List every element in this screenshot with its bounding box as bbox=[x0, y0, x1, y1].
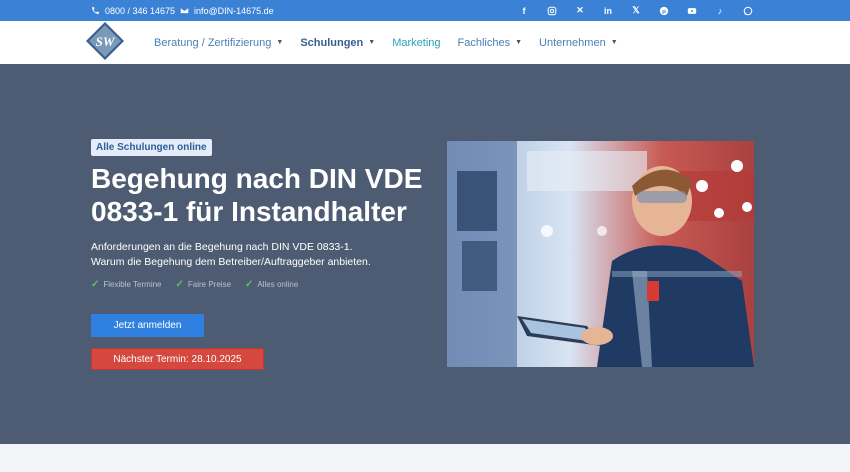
caret-down-icon: ▼ bbox=[368, 39, 376, 46]
whatsapp-icon[interactable] bbox=[742, 5, 754, 17]
feature-list: ✓ Flexible Termine ✓ Faire Preise ✓ Alles o… bbox=[91, 279, 298, 290]
envelope-icon bbox=[180, 7, 189, 14]
company-logo[interactable]: SW bbox=[85, 21, 125, 61]
register-button[interactable]: Jetzt anmelden bbox=[91, 314, 204, 337]
pinterest-icon[interactable]: p bbox=[658, 5, 670, 17]
phone-number[interactable]: 0800 / 346 14675 bbox=[105, 6, 175, 16]
social-links: f ✕ in 𝕏 p ♪ bbox=[518, 0, 754, 21]
description-line: Warum die Begehung dem Betreiber/Auftrag… bbox=[91, 256, 371, 268]
nav-label: Unternehmen bbox=[539, 36, 606, 49]
feature-item: ✓ Faire Preise bbox=[176, 279, 232, 290]
description-line: Anforderungen an die Begehung nach DIN V… bbox=[91, 241, 353, 253]
nav-item-unternehmen[interactable]: Unternehmen ▼ bbox=[539, 37, 618, 49]
email-contact[interactable]: info@DIN-14675.de bbox=[180, 0, 274, 21]
main-navbar: SW Beratung / Zertifizierung ▼ Schulunge… bbox=[0, 21, 850, 64]
nav-label: Marketing bbox=[392, 36, 441, 49]
hero-description: Anforderungen an die Begehung nach DIN V… bbox=[91, 240, 371, 270]
check-icon: ✓ bbox=[245, 279, 254, 290]
feature-item: ✓ Flexible Termine bbox=[91, 279, 162, 290]
feature-label: Faire Preise bbox=[187, 280, 232, 289]
feature-item: ✓ Alles online bbox=[245, 279, 298, 290]
nav-item-schulungen[interactable]: Schulungen ▼ bbox=[300, 37, 375, 49]
x-twitter-icon[interactable]: 𝕏 bbox=[630, 5, 642, 17]
nav-item-fachliches[interactable]: Fachliches ▼ bbox=[458, 37, 523, 49]
tiktok-icon[interactable]: ♪ bbox=[714, 5, 726, 17]
nav-item-marketing[interactable]: Marketing bbox=[392, 37, 440, 49]
instagram-icon[interactable] bbox=[546, 5, 558, 17]
page-title: Begehung nach DIN VDE 0833-1 für Instand… bbox=[91, 163, 423, 227]
linkedin-icon[interactable]: in bbox=[602, 5, 614, 17]
nav-label: Fachliches bbox=[457, 36, 511, 49]
svg-text:p: p bbox=[662, 9, 666, 15]
youtube-icon[interactable] bbox=[686, 5, 698, 17]
phone-icon bbox=[92, 7, 99, 14]
hero-section: Alle Schulungen online Begehung nach DIN… bbox=[0, 64, 850, 444]
caret-down-icon: ▼ bbox=[610, 39, 618, 46]
feature-label: Flexible Termine bbox=[103, 280, 162, 289]
check-icon: ✓ bbox=[175, 279, 184, 290]
nav-item-beratung[interactable]: Beratung / Zertifizierung ▼ bbox=[154, 37, 283, 49]
online-badge: Alle Schulungen online bbox=[91, 139, 212, 156]
check-icon: ✓ bbox=[91, 279, 100, 290]
primary-nav: Beratung / Zertifizierung ▼ Schulungen ▼… bbox=[154, 21, 618, 64]
next-date-button[interactable]: Nächster Termin: 28.10.2025 bbox=[91, 348, 264, 370]
logo-text: SW bbox=[96, 34, 116, 49]
nav-label: Beratung / Zertifizierung bbox=[154, 36, 272, 49]
top-bar: 0800 / 346 14675 info@DIN-14675.de f ✕ i… bbox=[0, 0, 850, 21]
technician-photo bbox=[447, 141, 754, 367]
feature-label: Alles online bbox=[257, 280, 299, 289]
phone-contact[interactable]: 0800 / 346 14675 bbox=[91, 0, 175, 21]
facebook-icon[interactable]: f bbox=[518, 5, 530, 17]
caret-down-icon: ▼ bbox=[515, 39, 523, 46]
caret-down-icon: ▼ bbox=[276, 39, 284, 46]
email-address[interactable]: info@DIN-14675.de bbox=[194, 6, 274, 16]
xing-icon[interactable]: ✕ bbox=[574, 5, 586, 17]
nav-label: Schulungen bbox=[300, 36, 364, 49]
